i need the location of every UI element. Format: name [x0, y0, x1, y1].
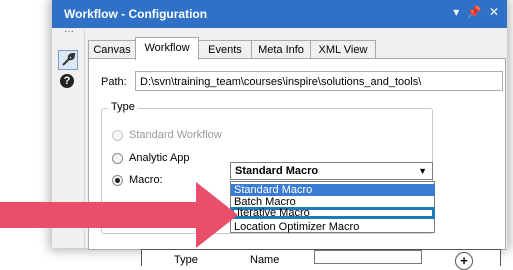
- red-arrow-annotation: [0, 182, 238, 248]
- name-combo[interactable]: [314, 250, 422, 264]
- column-header-name: Name: [250, 254, 280, 266]
- red-arrow-shape: [0, 182, 238, 248]
- plus-circle-icon[interactable]: +: [455, 252, 473, 270]
- column-header-type: Type: [174, 254, 198, 266]
